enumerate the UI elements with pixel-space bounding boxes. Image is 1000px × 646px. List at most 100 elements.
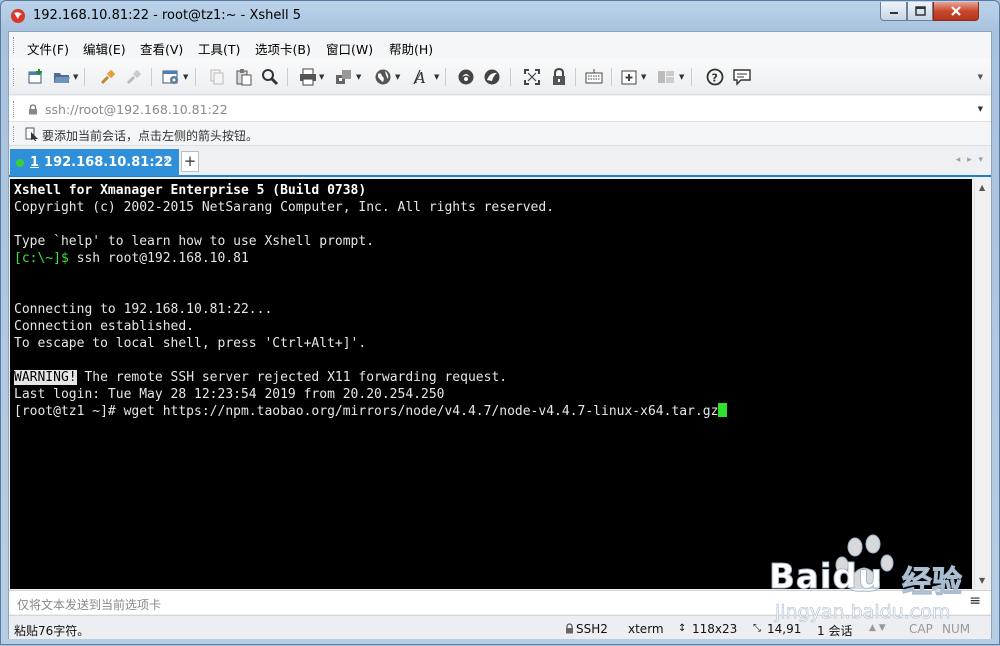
terminal-line: Connecting to 192.168.10.81:22...	[14, 302, 273, 317]
menu-bar: 文件(F) 编辑(E) 查看(V) 工具(T) 选项卡(B) 窗口(W) 帮助(…	[9, 32, 991, 59]
scroll-down-icon[interactable]: ▼	[979, 576, 985, 585]
status-bar: 粘贴76字符。 SSH2 xterm ↕ 118x23 ⤡ 14,91 1 会话…	[9, 615, 991, 639]
menu-view[interactable]: 查看(V)	[140, 39, 183, 58]
status-cap: CAP	[909, 622, 933, 636]
add-session-arrow-icon[interactable]	[25, 127, 39, 141]
disconnect-icon[interactable]	[125, 68, 143, 86]
help-icon[interactable]: ?	[706, 68, 724, 86]
transfer-icon[interactable]	[335, 68, 353, 86]
layout-icon[interactable]	[657, 68, 675, 86]
terminal-cursor	[718, 403, 728, 417]
toolbar-separator	[195, 68, 196, 86]
minimize-icon	[889, 12, 898, 14]
tab-close-icon[interactable]: ✕	[163, 155, 171, 166]
paste-icon[interactable]	[235, 68, 253, 86]
address-input[interactable]: ssh://root@192.168.10.81:22	[45, 102, 228, 117]
connected-status-icon	[16, 158, 24, 167]
tab-label: 192.168.10.81:22	[44, 155, 173, 170]
title-bar[interactable]: 192.168.10.81:22 - root@tz1:~ - Xshell 5	[1, 1, 999, 31]
menu-grip	[13, 37, 16, 53]
menu-window[interactable]: 窗口(W)	[326, 39, 373, 58]
tab-session-1[interactable]: 1 192.168.10.81:22 ✕	[10, 149, 179, 176]
maximize-button[interactable]	[907, 2, 933, 21]
terminal-screen[interactable]: Xshell for Xmanager Enterprise 5 (Build …	[10, 179, 972, 589]
lock-icon	[29, 104, 37, 115]
warning-text: The remote SSH server rejected X11 forwa…	[76, 370, 508, 385]
font-icon[interactable]: A	[413, 68, 431, 86]
resize-icon: ↕	[678, 623, 687, 634]
session-hint-bar: 要添加当前会话，点击左侧的箭头按钮。	[9, 122, 991, 146]
terminal-line: Connection established.	[14, 319, 195, 334]
print-icon[interactable]	[299, 68, 317, 86]
open-dropdown-arrow[interactable]: ▼	[73, 74, 79, 81]
terminal-line: WARNING! The remote SSH server rejected …	[14, 369, 507, 386]
minimize-button[interactable]	[880, 2, 907, 21]
client-area: 文件(F) 编辑(E) 查看(V) 工具(T) 选项卡(B) 窗口(W) 帮助(…	[8, 31, 992, 639]
toolbar-overflow-arrow[interactable]: ▼	[978, 73, 983, 81]
toolbar-separator	[287, 68, 288, 86]
layout-dropdown-arrow[interactable]: ▼	[679, 74, 685, 81]
toolbar-grip	[13, 68, 16, 86]
keyboard-icon[interactable]	[585, 68, 603, 86]
globe-dropdown-arrow[interactable]: ▼	[395, 74, 401, 81]
terminal-line: Type `help' to learn how to use Xshell p…	[14, 234, 375, 249]
compose-input[interactable]: 仅将文本发送到当前选项卡	[17, 596, 161, 613]
open-folder-icon[interactable]	[53, 68, 71, 86]
toolbar-separator	[575, 68, 576, 86]
fullscreen-icon[interactable]	[523, 68, 541, 86]
find-icon[interactable]	[261, 68, 279, 86]
menu-tools[interactable]: 工具(T)	[198, 39, 240, 58]
session-nav-arrows-icon[interactable]: ▲ ▼	[869, 623, 886, 633]
toolbar: ▼ ▼ ▼ ▼ ▼ A ▼ ▼ ▼ ? ▼	[9, 59, 991, 95]
tab-number: 1	[30, 155, 40, 170]
new-session-icon[interactable]	[27, 68, 45, 86]
menu-tabs[interactable]: 选项卡(B)	[255, 39, 311, 58]
status-num: NUM	[942, 622, 971, 636]
toolbar-separator	[84, 68, 85, 86]
menu-edit[interactable]: 编辑(E)	[83, 39, 126, 58]
properties-icon[interactable]	[162, 68, 180, 86]
svg-text:?: ?	[712, 72, 718, 85]
add-tab-button[interactable]: +	[181, 151, 199, 172]
close-button[interactable]	[933, 2, 979, 21]
address-bar[interactable]: ssh://root@192.168.10.81:22 ▼	[9, 96, 991, 122]
copy-icon[interactable]	[208, 68, 226, 86]
transfer-dropdown-arrow[interactable]: ▼	[356, 74, 362, 81]
print-dropdown-arrow[interactable]: ▼	[319, 74, 325, 81]
xshell-window: 192.168.10.81:22 - root@tz1:~ - Xshell 5…	[0, 0, 1000, 645]
xftp-icon[interactable]	[457, 68, 475, 86]
toolbar-separator	[151, 68, 152, 86]
status-terminal-type: xterm	[628, 622, 664, 636]
new-tab-dropdown-arrow[interactable]: ▼	[641, 74, 647, 81]
local-prompt: [c:\~]$	[14, 251, 69, 266]
terminal-scrollbar[interactable]: ▲ ▼	[974, 179, 991, 589]
warning-label: WARNING!	[14, 370, 77, 385]
cursor-position-icon: ⤡	[753, 623, 761, 634]
lock-icon[interactable]	[550, 68, 568, 86]
properties-dropdown-arrow[interactable]: ▼	[183, 74, 189, 81]
status-cursor-position: 14,91	[767, 622, 802, 636]
compose-bar[interactable]: 仅将文本发送到当前选项卡 ≡	[9, 590, 991, 614]
globe-icon[interactable]	[374, 68, 392, 86]
scroll-up-icon[interactable]: ▲	[979, 183, 985, 192]
wget-command: [root@tz1 ~]# wget https://npm.taobao.or…	[14, 404, 719, 419]
tab-scroll-arrows-icon[interactable]: ◂ ▸ ▾	[956, 155, 985, 165]
menu-file[interactable]: 文件(F)	[27, 39, 69, 58]
status-protocol: SSH2	[576, 622, 608, 636]
menu-help[interactable]: 帮助(H)	[389, 39, 433, 58]
xmanager-icon[interactable]	[483, 68, 501, 86]
chat-icon[interactable]	[733, 68, 751, 86]
font-dropdown-arrow[interactable]: ▼	[434, 74, 440, 81]
new-tab-icon[interactable]	[621, 68, 639, 86]
terminal-line: Copyright (c) 2002-2015 NetSarang Comput…	[14, 200, 555, 215]
ssh-lock-icon	[566, 623, 573, 634]
tab-bar: 1 192.168.10.81:22 ✕ + ◂ ▸ ▾	[9, 148, 991, 177]
address-dropdown-arrow[interactable]: ▼	[978, 105, 983, 113]
toolbar-separator	[611, 68, 612, 86]
hint-text: 要添加当前会话，点击左侧的箭头按钮。	[42, 129, 259, 143]
maximize-icon	[914, 6, 926, 16]
xshell-app-icon	[10, 8, 26, 24]
terminal-line: Last login: Tue May 28 12:23:54 2019 fro…	[14, 387, 445, 402]
compose-menu-icon[interactable]: ≡	[969, 593, 981, 609]
connect-icon[interactable]	[99, 68, 117, 86]
